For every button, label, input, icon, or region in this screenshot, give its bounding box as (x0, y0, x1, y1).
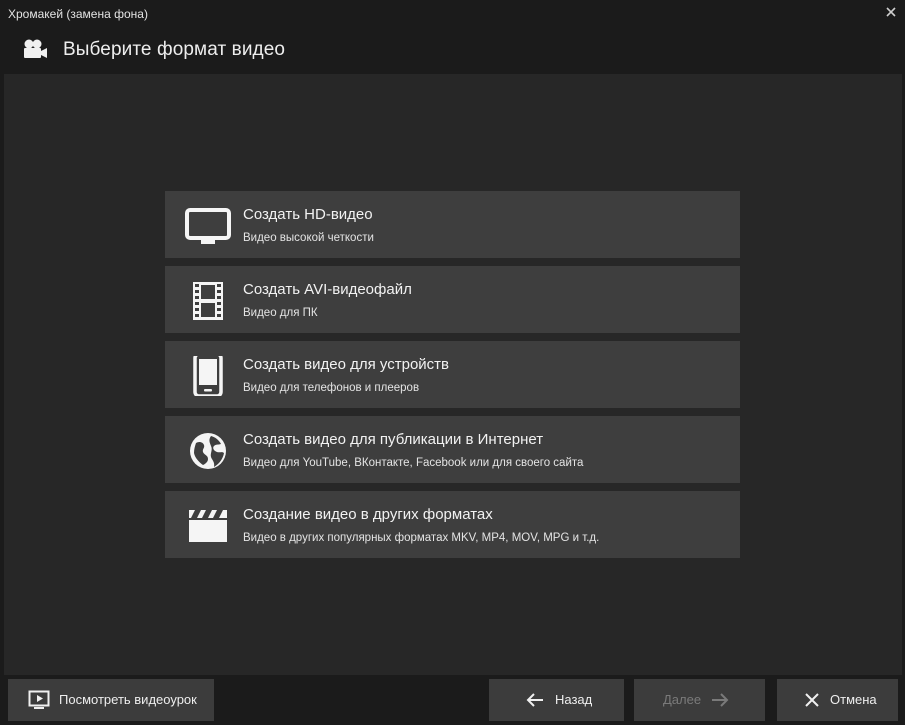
window-title: Хромакей (замена фона) (8, 7, 148, 21)
next-button[interactable]: Далее (634, 679, 765, 721)
option-devices-video[interactable]: Создать видео для устройств Видео для те… (165, 341, 740, 408)
page-title: Выберите формат видео (63, 39, 286, 60)
watch-tutorial-label: Посмотреть видеоурок (59, 692, 197, 707)
watch-tutorial-button[interactable]: Посмотреть видеоурок (8, 679, 214, 721)
arrow-left-icon (526, 693, 543, 707)
title-bar: Хромакей (замена фона) (0, 0, 905, 28)
option-internet-video[interactable]: Создать видео для публикации в Интернет … (165, 416, 740, 483)
monitor-icon (185, 208, 231, 244)
option-avi-video[interactable]: Создать AVI-видеофайл Видео для ПК (165, 266, 740, 333)
film-strip-icon (193, 282, 223, 320)
next-label: Далее (663, 692, 702, 707)
option-subtitle: Видео для ПК (243, 307, 318, 319)
cancel-label: Отмена (830, 692, 877, 707)
back-button[interactable]: Назад (489, 679, 624, 721)
close-icon[interactable] (885, 5, 897, 19)
option-title: Создание видео в других форматах (243, 506, 493, 523)
header: Выберите формат видео (0, 28, 905, 74)
arrow-right-icon (712, 693, 729, 707)
option-subtitle: Видео для YouTube, ВКонтакте, Facebook и… (243, 457, 584, 469)
option-title: Создать AVI-видеофайл (243, 281, 412, 298)
option-title: Создать HD-видео (243, 206, 373, 223)
option-other-formats-video[interactable]: Создание видео в других форматах Видео в… (165, 491, 740, 558)
option-subtitle: Видео для телефонов и плееров (243, 382, 420, 394)
option-subtitle: Видео в других популярных форматах MKV, … (243, 532, 600, 544)
smartphone-icon (193, 356, 223, 396)
close-icon (805, 693, 819, 707)
option-hd-video[interactable]: Создать HD-видео Видео высокой четкости (165, 191, 740, 258)
option-title: Создать видео для устройств (243, 356, 450, 373)
option-subtitle: Видео высокой четкости (243, 232, 374, 244)
globe-icon (190, 433, 226, 469)
play-video-icon (28, 690, 50, 709)
option-title: Создать видео для публикации в Интернет (243, 431, 544, 448)
footer-bar: Посмотреть видеоурок Назад Далее Отмена (0, 675, 905, 725)
cancel-button[interactable]: Отмена (777, 679, 898, 721)
back-label: Назад (555, 692, 593, 707)
format-panel: Создать HD-видео Видео высокой четкости (4, 74, 902, 675)
clapperboard-icon (189, 510, 227, 542)
video-camera-icon (24, 39, 47, 58)
app-window: Хромакей (замена фона) Выберите формат в… (0, 0, 905, 725)
